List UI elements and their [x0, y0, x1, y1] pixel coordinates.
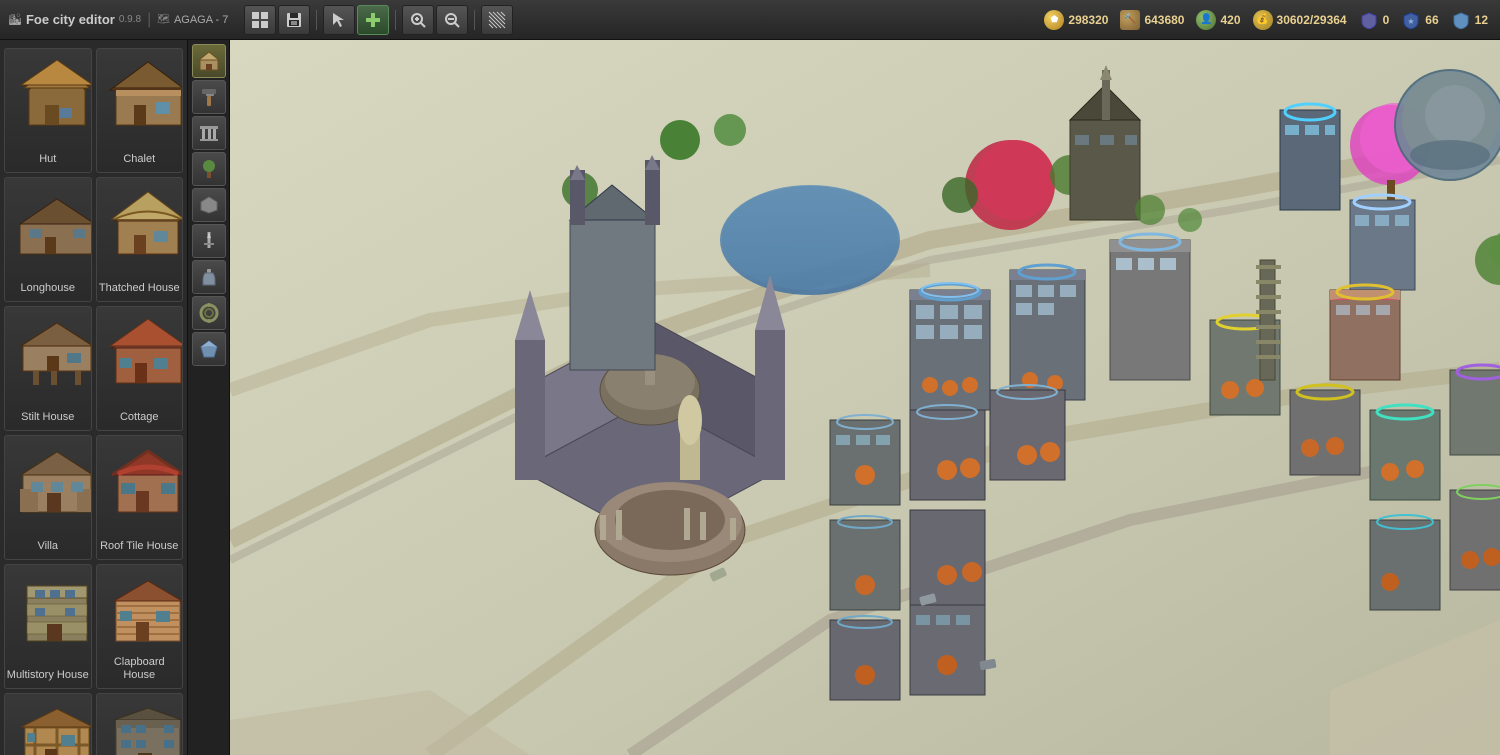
tool-sidebar [187, 40, 229, 755]
stilt-house-thumb [12, 315, 92, 390]
grid-view-button[interactable] [244, 5, 276, 35]
villa-label: Villa [37, 540, 58, 553]
thatched-house-thumb [104, 186, 184, 261]
villa-thumb [12, 444, 92, 519]
resource-bar: ⬟ 298320 🔨 643680 👤 420 💰 30602/29364 0 … [1032, 10, 1500, 30]
tool-sword[interactable] [192, 224, 226, 258]
city-map[interactable] [230, 40, 1500, 755]
roof-tile-house-label: Roof Tile House [100, 540, 178, 553]
building-item-villa[interactable]: Villa [4, 435, 92, 560]
longhouse-thumb [12, 186, 92, 261]
building-row-3: Stilt House [4, 306, 183, 431]
building-item-roof-tile-house[interactable]: Roof Tile House [96, 435, 184, 560]
thatched-house-label: Thatched House [99, 282, 180, 295]
app-icon: 🏙 [8, 13, 22, 26]
building-item-chalet[interactable]: Chalet [96, 48, 184, 173]
place-building-button[interactable] [357, 5, 389, 35]
tool-stone[interactable] [192, 188, 226, 222]
building-sidebar: Hut Chal [0, 40, 230, 755]
resource-population: 👤 420 [1196, 10, 1240, 30]
building-item-frame-house[interactable]: Frame House [4, 693, 92, 755]
topbar-left: 🏙 Foe city editor 0.9.8 | 🗺 AGAGA - 7 [0, 11, 236, 29]
supply-value: 643680 [1144, 13, 1184, 27]
shield-icon [1359, 10, 1379, 30]
blue-value: 12 [1475, 13, 1488, 27]
coins-value: 30602/29364 [1277, 13, 1347, 27]
pop-icon: 👤 [1196, 10, 1216, 30]
tool-columns[interactable] [192, 116, 226, 150]
cursor-button[interactable] [323, 5, 355, 35]
shield-value: 0 [1383, 13, 1390, 27]
resource-gold: ⬟ 298320 [1044, 10, 1108, 30]
game-icon: 🗺 [157, 14, 170, 25]
toolbar-sep-1 [316, 10, 317, 30]
app-title: Foe city editor [26, 12, 115, 27]
cottage-thumb [104, 315, 184, 390]
chalet-label: Chalet [123, 153, 155, 166]
building-item-stilt-house[interactable]: Stilt House [4, 306, 92, 431]
multistory-house-label: Multistory House [7, 669, 89, 682]
zoom-out-button[interactable] [436, 5, 468, 35]
building-item-clapboard-house[interactable]: Clapboard House [96, 564, 184, 689]
svg-text:★: ★ [1408, 17, 1415, 26]
resource-coins: 💰 30602/29364 [1253, 10, 1347, 30]
building-item-longhouse[interactable]: Longhouse [4, 177, 92, 302]
medal-icon: ★ [1401, 10, 1421, 30]
chalet-thumb [104, 57, 184, 132]
building-item-cottage[interactable]: Cottage [96, 306, 184, 431]
supply-icon: 🔨 [1120, 10, 1140, 30]
gold-icon: ⬟ [1044, 10, 1064, 30]
app-version: 0.9.8 [119, 14, 141, 25]
grid-toggle-button[interactable] [481, 5, 513, 35]
building-list[interactable]: Hut Chal [0, 40, 187, 755]
building-row-2: Longhouse [4, 177, 183, 302]
building-item-thatched-house[interactable]: Thatched House [96, 177, 184, 302]
town-house-thumb [104, 702, 184, 755]
longhouse-label: Longhouse [21, 282, 75, 295]
save-button[interactable] [278, 5, 310, 35]
resource-medal: ★ 66 [1401, 10, 1438, 30]
frame-house-thumb [12, 702, 92, 755]
clapboard-house-label: Clapboard House [97, 656, 183, 682]
blue-icon [1451, 10, 1471, 30]
map-area[interactable] [230, 40, 1500, 755]
title-sep: | [147, 11, 151, 29]
clapboard-house-thumb [104, 573, 184, 648]
cottage-label: Cottage [120, 411, 159, 424]
coins-icon: 💰 [1253, 10, 1273, 30]
hut-label: Hut [39, 153, 56, 166]
building-row-1: Hut Chal [4, 48, 183, 173]
building-item-hut[interactable]: Hut [4, 48, 92, 173]
toolbar-sep-3 [474, 10, 475, 30]
medal-value: 66 [1425, 13, 1438, 27]
resource-supply: 🔨 643680 [1120, 10, 1184, 30]
tool-gem[interactable] [192, 332, 226, 366]
building-row-5: Multistory House [4, 564, 183, 689]
hut-thumb [12, 57, 92, 132]
building-item-town-house[interactable]: Town House [96, 693, 184, 755]
zoom-in-button[interactable] [402, 5, 434, 35]
topbar: 🏙 Foe city editor 0.9.8 | 🗺 AGAGA - 7 [0, 0, 1500, 40]
tool-house[interactable] [192, 44, 226, 78]
stilt-house-label: Stilt House [21, 411, 74, 424]
tool-tree[interactable] [192, 152, 226, 186]
tool-bottle[interactable] [192, 260, 226, 294]
tool-wreath[interactable] [192, 296, 226, 330]
toolbar-sep-2 [395, 10, 396, 30]
app-subtitle: AGAGA - 7 [174, 14, 228, 26]
resource-blue: 12 [1451, 10, 1488, 30]
toolbar [236, 5, 1032, 35]
main-content: Hut Chal [0, 40, 1500, 755]
pop-value: 420 [1220, 13, 1240, 27]
building-row-6: Frame House [4, 693, 183, 755]
sidebar-scroll-area: Hut Chal [0, 40, 229, 755]
building-item-multistory-house[interactable]: Multistory House [4, 564, 92, 689]
roof-tile-house-thumb [104, 444, 184, 519]
multistory-house-thumb [12, 573, 92, 648]
resource-shield: 0 [1359, 10, 1390, 30]
building-row-4: Villa [4, 435, 183, 560]
gold-value: 298320 [1068, 13, 1108, 27]
tool-hammer[interactable] [192, 80, 226, 114]
